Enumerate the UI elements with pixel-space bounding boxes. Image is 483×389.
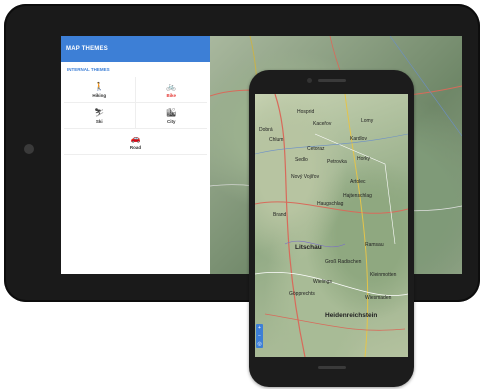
theme-bike[interactable]: 🚲 Bike [135, 77, 207, 103]
tablet-camera [24, 144, 34, 154]
phone-map-view[interactable]: Hosprid Kaceřov Lomy Dobrá Kardlov Chlum Cetor… [255, 94, 408, 357]
theme-hiking[interactable]: 🚶 Hiking [64, 77, 136, 103]
place-label: Kardlov [350, 136, 367, 142]
place-label: Sedlo [295, 157, 308, 163]
ski-icon: ⛷ [94, 107, 105, 117]
place-label: Groß Radischen [325, 259, 362, 265]
place-label: Dobrá [259, 127, 273, 133]
place-label: Nový Vojířov [291, 174, 320, 180]
theme-road[interactable]: 🚗 Road [64, 129, 207, 155]
place-label: Horky [357, 156, 371, 162]
panel-title: MAP THEMES [61, 36, 210, 62]
theme-label: Ski [95, 118, 103, 124]
place-label: Litschau [295, 244, 322, 251]
place-label: Lomy [361, 118, 374, 124]
place-label: Wielings [313, 279, 332, 285]
place-label: Wiesmaden [365, 295, 392, 301]
theme-ski[interactable]: ⛷ Ski [64, 103, 136, 129]
place-label: Kaceřov [313, 121, 332, 127]
theme-grid: 🚶 Hiking 🚲 Bike ⛷ Ski 🏙 City 🚗 Road [64, 77, 207, 155]
hiking-icon: 🚶 [94, 81, 105, 91]
phone-speaker [318, 79, 346, 82]
bike-icon: 🚲 [166, 81, 177, 91]
theme-label: Bike [166, 92, 176, 98]
map-themes-panel: MAP THEMES INTERNAL THEMES 🚶 Hiking 🚲 Bi… [61, 36, 210, 274]
phone-device: Hosprid Kaceřov Lomy Dobrá Kardlov Chlum Cetor… [249, 70, 414, 387]
place-label: Cetoraz [307, 146, 325, 152]
place-label: Hajtenschlag [343, 193, 372, 199]
place-label: Heidenreichstein [325, 312, 378, 319]
place-label: Artolec [350, 179, 366, 185]
map-zoom-controls[interactable]: + − ◎ [256, 324, 263, 348]
place-label: Kleinmotten [370, 272, 397, 278]
place-label: Hosprid [297, 109, 315, 115]
place-label: Ramsau [365, 242, 384, 248]
place-label: Chlum [269, 137, 284, 143]
place-label: Petrovka [327, 159, 347, 165]
section-label: INTERNAL THEMES [67, 67, 110, 72]
phone-home-bar [318, 366, 346, 369]
theme-label: Road [129, 144, 142, 150]
place-label: Brand [273, 212, 287, 218]
theme-label: Hiking [92, 92, 107, 98]
car-icon: 🚗 [130, 133, 141, 143]
place-label: Göpprechts [289, 291, 315, 297]
city-icon: 🏙 [166, 107, 177, 117]
place-label: Haugschlag [317, 201, 344, 207]
phone-camera [307, 78, 312, 83]
theme-label: City [166, 118, 176, 124]
theme-city[interactable]: 🏙 City [135, 103, 207, 129]
